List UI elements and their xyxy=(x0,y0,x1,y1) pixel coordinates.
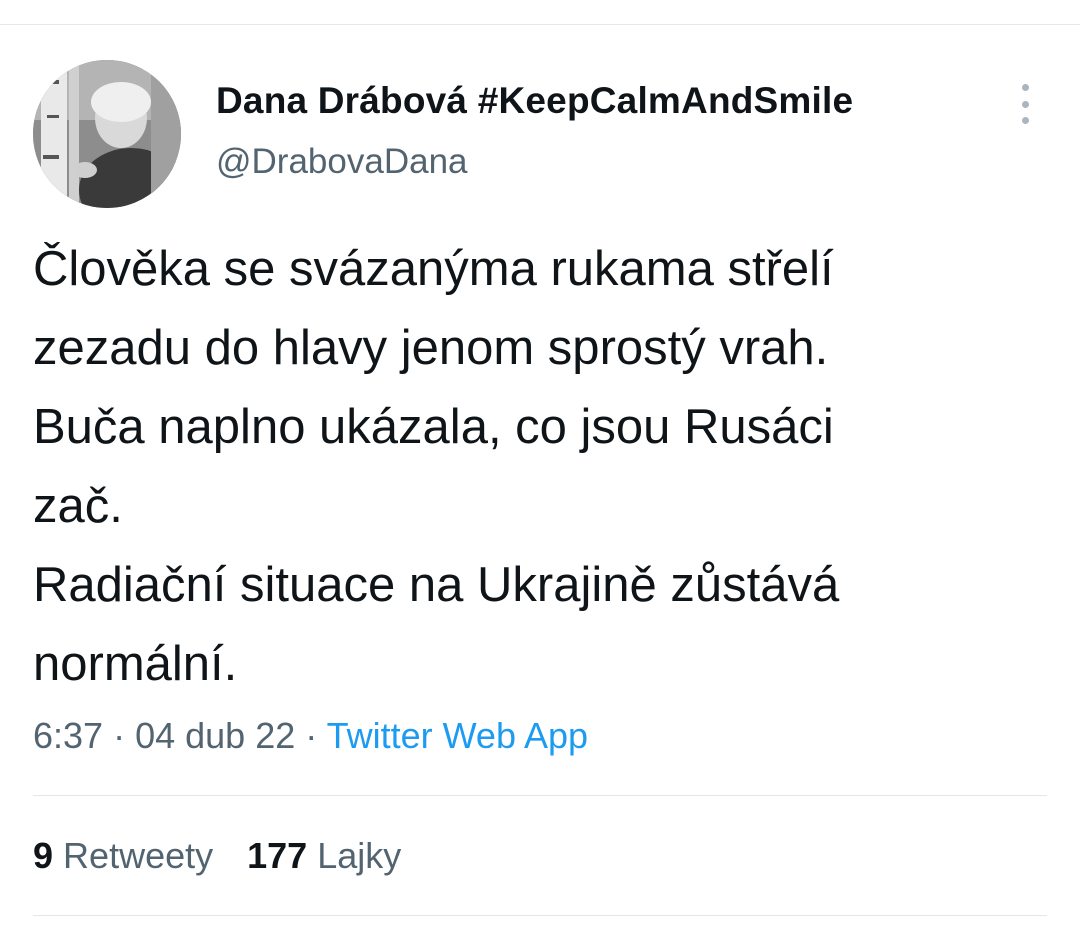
likes-stat[interactable]: 177 Lajky xyxy=(247,835,401,876)
tweet-source-link[interactable]: Twitter Web App xyxy=(327,715,588,756)
meta-separator: · xyxy=(103,715,136,756)
tweet-text-line: normální. xyxy=(33,637,238,691)
more-dot xyxy=(1021,100,1029,108)
tweet-text-line: Člověka se svázanýma rukama střelí xyxy=(33,242,834,296)
tweet-stats: 9 Retweety 177 Lajky xyxy=(33,835,401,877)
tweet-time[interactable]: 6:37 xyxy=(33,715,103,756)
avatar[interactable] xyxy=(33,60,181,208)
avatar-photo xyxy=(33,60,181,208)
divider xyxy=(33,795,1047,796)
author-handle[interactable]: @DrabovaDana xyxy=(216,142,468,182)
meta-separator: · xyxy=(295,715,327,756)
likes-count: 177 xyxy=(247,835,308,876)
retweets-label: Retweety xyxy=(63,835,214,876)
tweet-text-line: Buča naplno ukázala, co jsou Rusáci xyxy=(33,400,834,454)
more-vertical-icon[interactable] xyxy=(1008,84,1042,124)
tweet-date[interactable]: 04 dub 22 xyxy=(135,715,295,756)
tweet-text-line: zezadu do hlavy jenom sprostý vrah. xyxy=(33,321,829,375)
more-dot xyxy=(1021,84,1029,91)
likes-label: Lajky xyxy=(317,835,402,876)
divider xyxy=(33,915,1047,916)
more-dot xyxy=(1021,117,1029,124)
retweets-stat[interactable]: 9 Retweety xyxy=(33,835,213,876)
author-display-name[interactable]: Dana Drábová #KeepCalmAndSmile xyxy=(216,80,853,122)
tweet-meta: 6:37 · 04 dub 22 · Twitter Web App xyxy=(33,715,588,757)
tweet-text-line: Radiační situace na Ukrajině zůstává xyxy=(33,558,840,612)
tweet-text: Člověka se svázanýma rukama střelí zezad… xyxy=(33,230,1043,704)
top-divider xyxy=(0,24,1080,25)
tweet-text-line: zač. xyxy=(33,479,123,533)
retweets-count: 9 xyxy=(33,835,54,876)
